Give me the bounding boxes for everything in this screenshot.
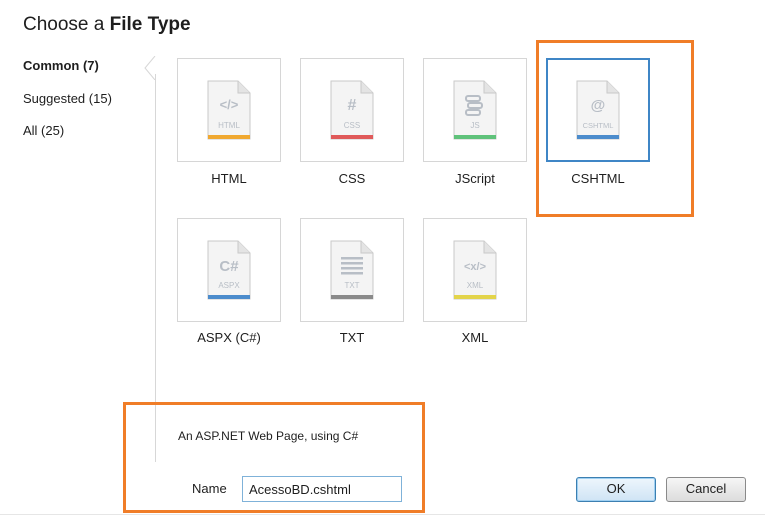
svg-text:ASPX: ASPX xyxy=(218,281,240,290)
svg-text:JS: JS xyxy=(470,121,479,130)
jscript-file-icon: JS xyxy=(453,80,497,140)
tile-label-jscript: JScript xyxy=(455,171,495,186)
ok-button[interactable]: OK xyxy=(576,477,656,502)
tile-txt[interactable]: TXT xyxy=(300,218,404,322)
cancel-button[interactable]: Cancel xyxy=(666,477,746,502)
tile-aspx[interactable]: C# ASPX xyxy=(177,218,281,322)
category-common[interactable]: Common (7) xyxy=(23,58,99,73)
svg-text:C#: C# xyxy=(219,258,239,275)
svg-text:HTML: HTML xyxy=(218,121,240,130)
svg-text:<x/>: <x/> xyxy=(464,261,486,273)
html-file-icon: </> HTML xyxy=(207,80,251,140)
svg-text:TXT: TXT xyxy=(344,281,359,290)
txt-file-icon: TXT xyxy=(330,240,374,300)
xml-file-icon: <x/> XML xyxy=(453,240,497,300)
aspx-file-icon: C# ASPX xyxy=(207,240,251,300)
svg-text:#: # xyxy=(348,97,357,114)
tile-label-txt: TXT xyxy=(339,330,365,345)
bottom-border xyxy=(0,514,765,515)
title-prefix: Choose a xyxy=(23,14,110,35)
tile-css[interactable]: # CSS xyxy=(300,58,404,162)
svg-text:</>: </> xyxy=(220,97,239,112)
tile-label-html: HTML xyxy=(211,171,247,186)
callout-highlight-cshtml xyxy=(536,40,694,217)
tile-label-aspx: ASPX (C#) xyxy=(197,330,261,345)
category-all[interactable]: All (25) xyxy=(23,123,64,138)
svg-text:XML: XML xyxy=(467,281,484,290)
callout-highlight-name xyxy=(123,402,425,513)
css-file-icon: # CSS xyxy=(330,80,374,140)
svg-text:CSS: CSS xyxy=(344,121,360,130)
tile-label-css: CSS xyxy=(338,171,366,186)
category-suggested[interactable]: Suggested (15) xyxy=(23,91,112,106)
tile-jscript[interactable]: JS xyxy=(423,58,527,162)
tile-label-xml: XML xyxy=(461,330,489,345)
tile-html[interactable]: </> HTML xyxy=(177,58,281,162)
title-bold: File Type xyxy=(109,14,191,35)
tile-xml[interactable]: <x/> XML xyxy=(423,218,527,322)
dialog-title: Choose a File Type xyxy=(23,14,191,36)
